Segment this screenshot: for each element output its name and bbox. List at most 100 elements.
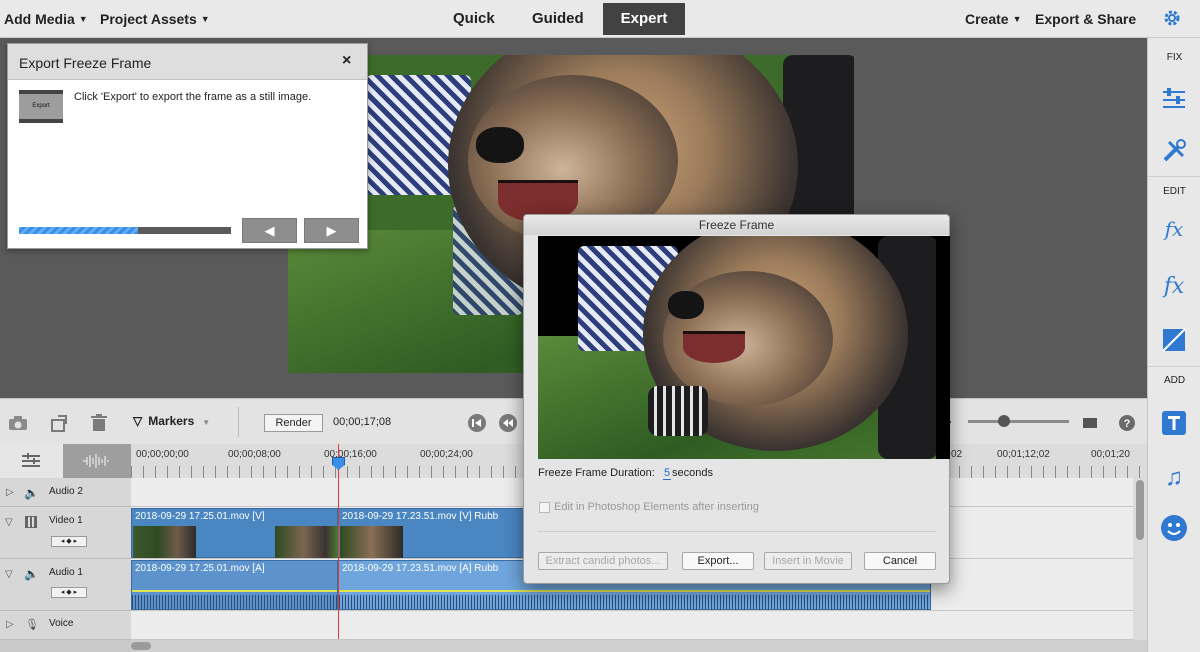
- duration-input[interactable]: 5: [663, 467, 671, 480]
- render-button[interactable]: Render: [264, 414, 323, 432]
- progress-fill: [19, 227, 138, 234]
- marker-icon: ▽: [133, 414, 143, 428]
- project-assets-menu[interactable]: Project Assets ▼: [100, 11, 210, 27]
- tools-icon[interactable]: [1158, 135, 1190, 167]
- divider: [538, 531, 936, 532]
- dog-photo: [538, 236, 936, 459]
- cancel-button[interactable]: Cancel: [864, 552, 936, 570]
- clip-label: 2018-09-29 17.25.01.mov [V]: [135, 511, 265, 522]
- duration-label: Freeze Frame Duration:: [538, 467, 655, 479]
- project-assets-label: Project Assets: [100, 11, 197, 27]
- keyframe-controls[interactable]: ◂ ◆ ▸: [51, 587, 87, 598]
- ruler-label: 00;01;12;02: [997, 449, 1050, 460]
- transitions-icon[interactable]: [1158, 324, 1190, 356]
- expand-chevron-icon[interactable]: ▷: [6, 487, 14, 498]
- microphone-icon[interactable]: 🎙: [25, 618, 39, 631]
- expand-chevron-icon[interactable]: ▽: [5, 569, 13, 580]
- trash-icon[interactable]: [88, 413, 110, 433]
- track-row: ▽ Video 1 ◂ ◆ ▸: [0, 507, 131, 559]
- export-message: Click 'Export' to export the frame as a …: [74, 91, 312, 103]
- chevron-down-icon: ▼: [202, 418, 211, 427]
- markers-menu[interactable]: ▽ Markers ▼: [133, 414, 210, 428]
- freeze-frame-dialog: Freeze Frame Freeze Frame Duration: 5 se…: [523, 214, 950, 584]
- export-progress-bar: [19, 227, 231, 234]
- zoom-slider-track[interactable]: [968, 420, 1069, 423]
- export-freeze-frame-panel: Export Freeze Frame × Export Click 'Expo…: [7, 43, 368, 249]
- film-icon[interactable]: [25, 516, 37, 528]
- extract-candid-photos-button[interactable]: Extract candid photos...: [538, 552, 668, 570]
- adjustments-icon[interactable]: [1158, 82, 1190, 114]
- lane-voice[interactable]: [131, 611, 1147, 640]
- dialog-title: Freeze Frame: [524, 215, 949, 235]
- track-header-top: [0, 444, 131, 478]
- help-icon[interactable]: ?: [1116, 413, 1138, 433]
- applied-effects-icon[interactable]: fx: [1158, 213, 1190, 245]
- duration-unit: seconds: [672, 467, 713, 479]
- track-label: Voice: [49, 618, 74, 629]
- track-row: ▷ 🔈 Audio 2: [0, 478, 131, 507]
- camera-icon[interactable]: [7, 413, 29, 433]
- track-headers: ▷ 🔈 Audio 2 ▽ Video 1 ◂ ◆ ▸ ▽ 🔈 Audio 1 …: [0, 444, 131, 652]
- music-icon[interactable]: ♫: [1158, 462, 1190, 494]
- clip-label: 2018-09-29 17.25.01.mov [A]: [135, 563, 265, 574]
- clip-thumbnail: [340, 526, 403, 558]
- audio-waveform-toggle[interactable]: [63, 444, 131, 478]
- arrow-right-icon: ▶: [326, 222, 337, 238]
- export-button[interactable]: Export...: [682, 552, 754, 570]
- add-label: ADD: [1163, 375, 1186, 386]
- tab-expert[interactable]: Expert: [603, 3, 685, 35]
- arrow-left-icon: ◀: [264, 222, 275, 238]
- next-button[interactable]: ▶: [304, 218, 359, 243]
- insert-in-movie-button[interactable]: Insert in Movie: [764, 552, 852, 570]
- track-label: Video 1: [49, 515, 83, 526]
- export-share-menu[interactable]: Export & Share: [1035, 11, 1136, 27]
- speaker-icon[interactable]: 🔈: [24, 486, 39, 500]
- track-label: Audio 2: [49, 486, 83, 497]
- audio-clip[interactable]: 2018-09-29 17.25.01.mov [A]: [131, 560, 338, 610]
- edit-in-photoshop-checkbox[interactable]: [539, 502, 550, 513]
- graphics-icon[interactable]: [1158, 512, 1190, 544]
- ruler-label: 00;00;16;00: [324, 449, 377, 460]
- track-row: ▷ 🎙 Voice: [0, 611, 131, 640]
- speaker-icon[interactable]: 🔈: [24, 567, 39, 581]
- scrollbar-thumb[interactable]: [131, 642, 151, 650]
- clip-thumbnail: [133, 526, 196, 558]
- expand-chevron-icon[interactable]: ▽: [5, 517, 13, 528]
- timeline-scrollbar[interactable]: [131, 640, 1147, 652]
- panel-title: Export Freeze Frame: [19, 55, 152, 71]
- tab-guided[interactable]: Guided: [516, 3, 600, 35]
- create-menu[interactable]: Create ▼: [965, 11, 1022, 27]
- zoom-in-icon[interactable]: [1079, 413, 1101, 433]
- ruler-label: 00;00;08;00: [228, 449, 281, 460]
- export-thumbnail: Export: [19, 90, 63, 123]
- previous-button[interactable]: ◀: [242, 218, 297, 243]
- timeline-options-button[interactable]: [0, 444, 63, 478]
- edit-label: EDIT: [1163, 186, 1186, 197]
- video-clip[interactable]: 2018-09-29 17.25.01.mov [V]: [131, 508, 338, 558]
- vertical-scrollbar[interactable]: [1133, 478, 1147, 640]
- svg-text:?: ?: [1124, 418, 1131, 430]
- ruler-label: 00;00;00;00: [136, 449, 189, 460]
- fix-label: FIX: [1166, 52, 1183, 63]
- expand-chevron-icon[interactable]: ▷: [6, 619, 14, 630]
- chevron-down-icon: ▼: [1012, 14, 1022, 24]
- add-media-menu[interactable]: Add Media ▼: [4, 11, 88, 27]
- gear-icon[interactable]: [1162, 8, 1182, 28]
- markers-label: Markers: [148, 414, 195, 428]
- clip-thumbnail: [275, 526, 338, 558]
- chevron-down-icon: ▼: [200, 14, 210, 24]
- scrollbar-thumb[interactable]: [1136, 480, 1144, 540]
- freeze-frame-preview: [538, 236, 950, 459]
- close-icon[interactable]: ×: [342, 52, 351, 70]
- zoom-slider-handle[interactable]: [998, 415, 1010, 427]
- titles-icon[interactable]: [1158, 407, 1190, 439]
- create-label: Create: [965, 11, 1009, 27]
- tab-quick[interactable]: Quick: [437, 3, 511, 35]
- rewind-icon[interactable]: [497, 413, 519, 433]
- rotate-icon[interactable]: [49, 413, 71, 433]
- keyframe-controls[interactable]: ◂ ◆ ▸: [51, 536, 87, 547]
- effects-icon[interactable]: fx: [1158, 270, 1190, 302]
- go-to-start-icon[interactable]: [466, 413, 488, 433]
- panel-header: Export Freeze Frame ×: [8, 44, 367, 80]
- ruler-label: 00;00;24;00: [420, 449, 473, 460]
